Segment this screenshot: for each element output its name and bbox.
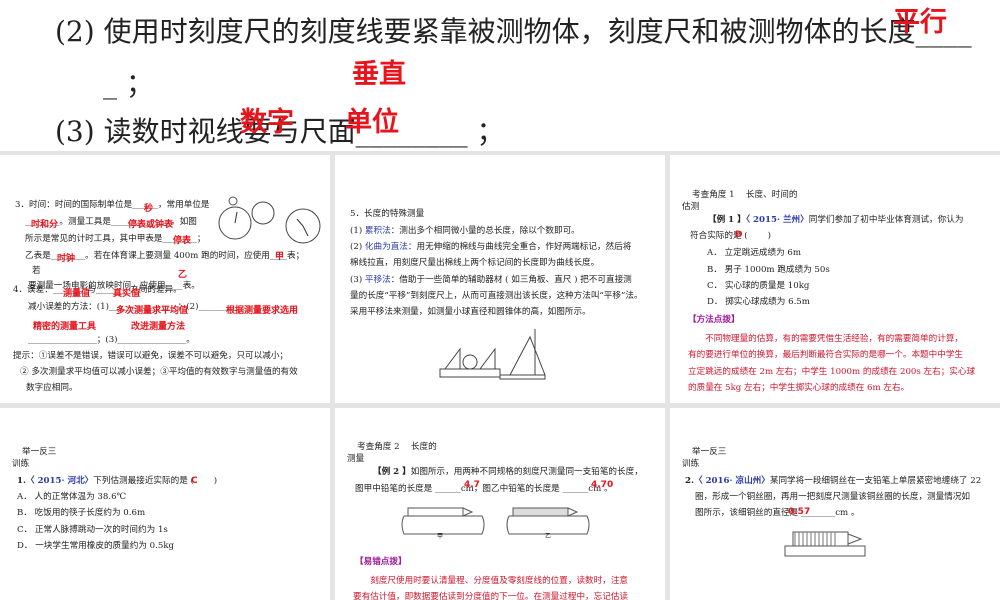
question: 1.〈 2015· 河北〉下列估测最接近实际的是 ( )	[17, 476, 218, 486]
answer: 0.57	[788, 507, 811, 517]
tip-line: 立定跳远的成绩在 2m 左右；中学生 1000m 的成绩在 200s 左右；实心…	[688, 367, 976, 377]
method-1: (1) 累积法：测出多个相同微小量的总长度，除以个数即可。	[350, 226, 580, 236]
text-line: 采用平移法来测量，如测量小球直径和圆锥体的高，如图所示。	[350, 307, 591, 317]
question-line: 符合实际的是 ( )	[690, 231, 771, 241]
tip-line: 的质量在 5kg 左右；中学生掷实心球的成绩在 6m 左右。	[688, 383, 910, 393]
answer: 精密的测量工具	[33, 322, 97, 332]
tip-title: 【方法点拨】	[688, 315, 740, 325]
section-heading: 估测	[682, 202, 700, 212]
text-line: 4．误差：________与________之间的差异。	[13, 285, 182, 295]
answer: 秒	[144, 204, 154, 214]
section-heading: 训练	[12, 459, 30, 469]
tip-line: 有的要进行单位的换算，最后判断最符合实际的是哪一个。本题中中学生	[688, 350, 964, 360]
item-2-continuation: _ ；	[103, 67, 154, 100]
option-c[interactable]: C． 实心球的质量是 10kg	[707, 280, 809, 293]
option-a[interactable]: A． 立定跳远成绩为 6m	[707, 247, 801, 260]
slide-example-1[interactable]: 考查角度 1 长度、时间的 估测 【例 1 】〈 2015· 兰州〉同学们参加了…	[670, 155, 1000, 403]
option-c[interactable]: C． 正常人脉搏跳动一次的时间约为 1s	[17, 524, 168, 537]
text-line: 量的长度“平移”到刻度尺上，从而可直接测出该长度，这种方法叫“平移”法。	[350, 291, 643, 301]
copper-coil-ruler-image	[784, 531, 866, 557]
answer: 测量值	[63, 289, 91, 299]
stopwatch-clock-image	[218, 196, 321, 244]
text-line: 数字应相同。	[26, 383, 78, 393]
method-3: (3) 平移法：借助于一些简单的辅助器材 ( 如三角板、直尺 ) 把不可直接测	[350, 275, 632, 285]
answer: 根据测量要求选用	[226, 306, 299, 316]
answer-perpendicular: 垂直	[352, 59, 406, 90]
question: 【例 2 】如图所示，用两种不同规格的刻度尺测量同一支铅笔的长度，	[373, 467, 643, 477]
question-line: 图甲中铅笔的长度是 ______cm，图乙中铅笔的长度是 ______cm 。	[355, 484, 613, 494]
slide-special-measurement[interactable]: 5．长度的特殊测量 (1) 累积法：测出多个相同微小量的总长度，除以个数即可。 …	[335, 155, 665, 403]
ruler-jia	[401, 507, 485, 535]
question-line: 圈，形成一个铜丝圈，再用一把刻度尺测量该铜丝圈的长度，测量情况如	[695, 492, 971, 502]
slide-title: 5．长度的特殊测量	[350, 209, 425, 219]
answer-number: 数字	[240, 107, 294, 138]
answer: 停表	[173, 236, 192, 246]
section-heading: 考查角度 2 长度的	[357, 442, 437, 452]
answer: 时钟	[57, 254, 76, 264]
section-heading: 考查角度 1 长度、时间的	[692, 190, 798, 200]
answer: 4.7	[464, 480, 480, 490]
option-a[interactable]: A． 人的正常体温为 38.6℃	[17, 491, 126, 504]
section-heading: 测量	[347, 454, 365, 464]
answer: 乙	[178, 270, 188, 280]
answer: 甲	[275, 252, 285, 262]
text-line: ② 多次测量求平均值可以减小误差；③平均值的有效数字与测量值的有效	[20, 367, 298, 377]
option-b[interactable]: B． 吃饭用的筷子长度约为 0.6m	[17, 507, 145, 520]
tip-title: 【易错点拨】	[355, 557, 407, 567]
tip-line: 要有估计值，即数据要估读到分度值的下一位。在测量过程中，忘记估读	[353, 592, 629, 600]
question: 2.〈 2016· 凉山州〉某同学将一段细铜丝在一支铅笔上单层紧密地缠绕了 22	[685, 476, 982, 486]
ruler-label: 甲	[437, 533, 444, 540]
answer-unit: 单位	[345, 107, 399, 138]
option-b[interactable]: B． 男子 1000m 跑成绩为 50s	[707, 264, 830, 277]
answer: 停表或钟表	[128, 220, 174, 230]
translation-method-diagram	[439, 329, 546, 380]
text-line: 提示：①误差不是错误，错误可以避免，误差不可以避免，只可以减小；	[13, 351, 289, 361]
question-line: 图所示，该细铜丝的直径是 ________cm 。	[695, 508, 860, 518]
option-d[interactable]: D． 一块学生常用橡皮的质量约为 0.5kg	[17, 540, 174, 553]
top-slide: (2) 使用时刻度尺的刻度线要紧靠被测物体，刻度尺和被测物体的长度____ _ …	[0, 0, 1000, 151]
text-line: 棉线拉直，用刻度尺量出棉线上两个标记间的长度即为曲线长度。	[350, 258, 600, 268]
tip-line: 不同物理量的估算，有的需要凭借生活经验，有的需要简单的计算，	[688, 334, 964, 344]
ruler-label: 乙	[545, 533, 552, 540]
answer: 时和分	[31, 220, 59, 230]
method-2: (2) 化曲为直法：用无伸缩的棉线与曲线完全重合，作好两端标记，然后将	[350, 242, 632, 252]
option-d[interactable]: D． 掷实心球成绩为 6.5m	[707, 296, 810, 309]
item-2-text: (2) 使用时刻度尺的刻度线要紧靠被测物体，刻度尺和被测物体的长度____	[55, 15, 972, 48]
answer: 4.70	[591, 480, 614, 490]
slide-practice-1[interactable]: 举一反三 训练 1.〈 2015· 河北〉下列估测最接近实际的是 ( ) C A…	[0, 408, 330, 600]
answer: D	[735, 230, 743, 240]
section-heading: 训练	[682, 459, 700, 469]
question: 【例 1 】〈 2015· 兰州〉同学们参加了初中毕业体育测试，你认为	[708, 215, 964, 225]
text-line: 3．时间：时间的国际制单位是______，常用单位是	[15, 200, 210, 210]
text-line: ________________；(3)________________。	[28, 335, 195, 345]
slide-practice-2[interactable]: 举一反三 训练 2.〈 2016· 凉山州〉某同学将一段细铜丝在一支铅笔上单层紧…	[670, 408, 1000, 600]
slide-example-2[interactable]: 考查角度 2 长度的 测量 【例 2 】如图所示，用两种不同规格的刻度尺测量同一…	[335, 408, 665, 600]
slide-time-error[interactable]: 3．时间：时间的国际制单位是______，常用单位是 ________。测量工具…	[0, 155, 330, 403]
answer: C	[191, 476, 198, 486]
tip-line: 刻度尺使用时要认清量程、分度值及零刻度线的位置，读数时，注意	[353, 576, 629, 586]
answer: 改进测量方法	[131, 322, 186, 332]
text-line: 若	[32, 266, 41, 276]
answer: 多次测量求平均值	[116, 306, 189, 316]
answer-parallel: 平行	[893, 7, 947, 38]
answer: 真实值	[113, 289, 141, 299]
